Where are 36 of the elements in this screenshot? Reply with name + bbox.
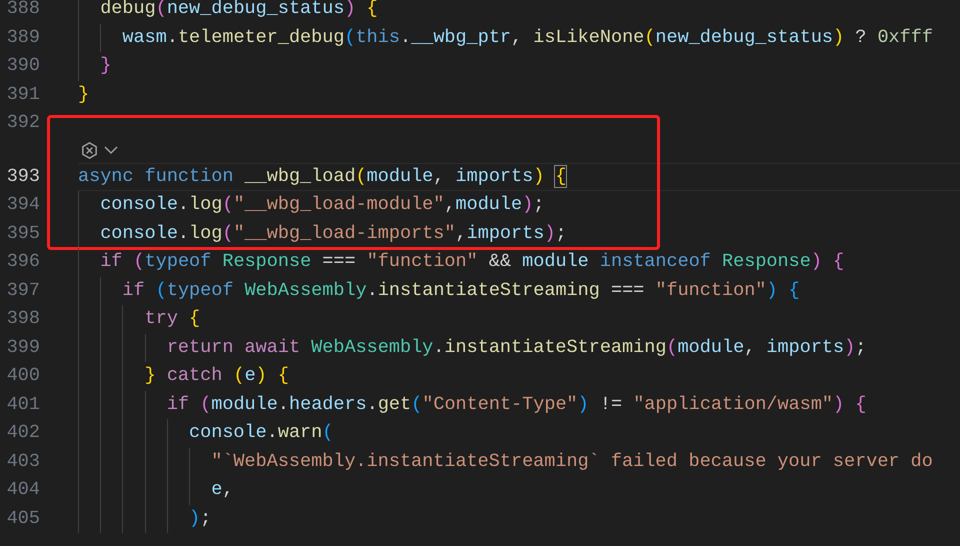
- line-number: 396: [6, 250, 40, 274]
- code-line: console.log("__wbg_load-imports",imports);: [99, 222, 567, 246]
- code-line: wasm.telemeter_debug(this.__wbg_ptr, isLikeNone(new_debug_status) ? 0xfff: [121, 26, 933, 50]
- code-line: "`WebAssembly.instantiateStreaming` failed because your server do: [210, 450, 933, 474]
- code-line: } catch (e) {: [144, 364, 289, 388]
- code-line: if (typeof Response === "function" && module instanceof Response) {: [99, 250, 844, 274]
- line-number: 394: [6, 193, 40, 218]
- code-line: if (typeof WebAssembly.instantiateStreaming === "function") {: [121, 278, 800, 303]
- code-line: return await WebAssembly.instantiateStreaming(module, imports);: [166, 336, 866, 360]
- chevron-down-icon[interactable]: [104, 146, 118, 154]
- code-line: }: [78, 82, 90, 107]
- line-number: 400: [6, 364, 40, 388]
- code-line: e,: [210, 478, 234, 502]
- line-number: 393: [6, 164, 40, 189]
- line-number: 398: [6, 307, 40, 332]
- code-line: console.warn(: [188, 421, 334, 446]
- line-number: 389: [6, 26, 40, 50]
- line-number: 390: [6, 54, 40, 78]
- line-number: 388: [6, 0, 40, 22]
- line-number: 397: [6, 278, 40, 303]
- code-line: }: [99, 54, 112, 78]
- line-number: 404: [6, 478, 40, 502]
- line-number: 402: [6, 421, 40, 446]
- line-number: 401: [6, 392, 40, 417]
- line-number: 403: [6, 450, 40, 474]
- line-number: 392: [6, 111, 40, 136]
- code-line: console.log("__wbg_load-module",module);: [99, 193, 544, 218]
- code-line: );: [188, 506, 212, 531]
- code-line: if (module.headers.get("Content-Type") != "application/wasm") {: [166, 392, 866, 417]
- code-line: debug(new_debug_status) {: [99, 0, 378, 22]
- code-line: try {: [144, 307, 200, 332]
- line-number: 391: [6, 82, 40, 107]
- line-number: 395: [6, 222, 40, 246]
- line-number: 405: [6, 506, 40, 531]
- code-line: async function __wbg_load(module, imports) {: [78, 164, 566, 189]
- line-number: 399: [6, 336, 40, 360]
